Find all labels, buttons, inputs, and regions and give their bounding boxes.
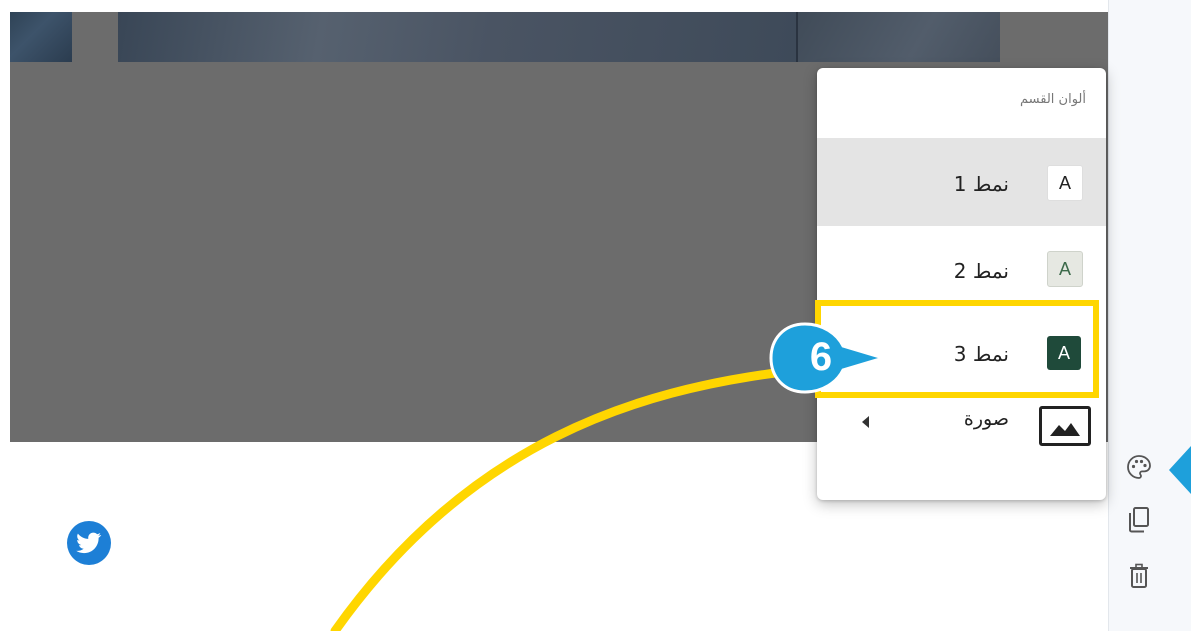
menu-item-image[interactable]: صورة: [817, 396, 1106, 484]
twitter-icon[interactable]: [67, 521, 111, 565]
pointer-arrow: [1169, 446, 1191, 494]
image-thumbnail[interactable]: [10, 12, 72, 62]
submenu-arrow-icon: [862, 416, 869, 428]
palette-icon[interactable]: [1124, 452, 1154, 482]
style-swatch: A: [1047, 251, 1083, 287]
image-thumbnail[interactable]: [118, 12, 796, 62]
menu-title: ألوان القسم: [1020, 92, 1086, 107]
twitter-bird-glyph: [76, 532, 102, 554]
style-swatch: A: [1047, 165, 1083, 201]
callout-number: 6: [809, 334, 833, 379]
image-icon: [1039, 406, 1091, 446]
image-strip: [10, 12, 1108, 64]
menu-item-label: صورة: [963, 408, 1009, 430]
duplicate-icon[interactable]: [1124, 505, 1154, 535]
trash-icon[interactable]: [1124, 561, 1154, 591]
menu-item-label: نمط 1: [953, 172, 1009, 196]
section-toolbar: [1108, 0, 1191, 631]
menu-item-label: نمط 2: [953, 259, 1009, 283]
image-thumbnail[interactable]: [796, 12, 1000, 62]
menu-item-style-1[interactable]: A نمط 1: [817, 138, 1106, 226]
section-colors-menu: ألوان القسم A نمط 1 A نمط 2 A نمط 3 صورة: [817, 68, 1106, 500]
